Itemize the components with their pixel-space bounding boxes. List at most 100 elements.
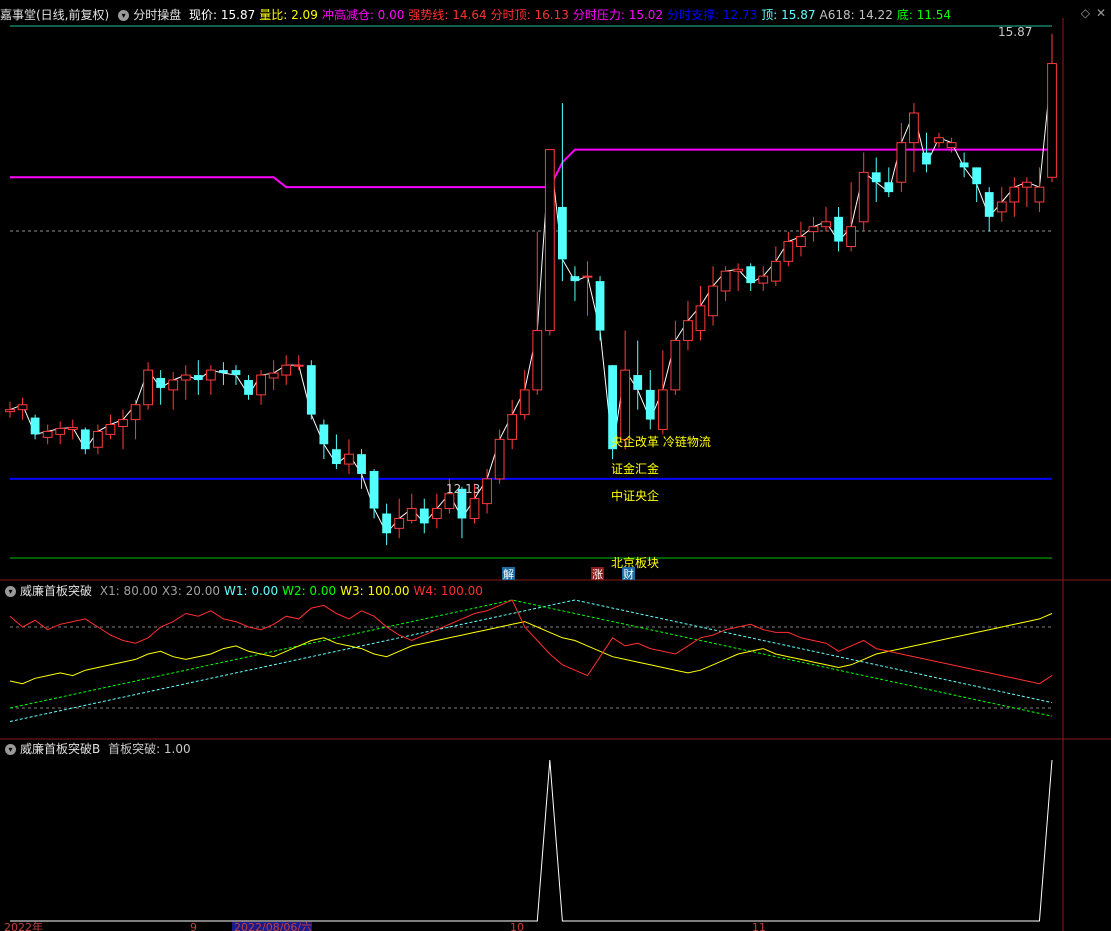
candle (620, 369, 631, 440)
candle (193, 375, 203, 380)
candle (884, 182, 894, 193)
candle (319, 424, 329, 445)
w1-line (9, 599, 1053, 722)
candle (770, 260, 781, 282)
candle (909, 112, 919, 144)
date-label-1: 9 (190, 921, 197, 931)
date-label-2: 2022/08/06/六 (234, 921, 312, 931)
pressure-line (10, 148, 1052, 189)
candle (30, 417, 40, 435)
candle (406, 508, 417, 521)
candle (1034, 186, 1045, 203)
w2-line (9, 599, 1053, 717)
candle (670, 339, 681, 391)
candle (382, 513, 392, 534)
candle (984, 192, 994, 217)
candle (758, 275, 769, 284)
candle (972, 167, 982, 185)
candle (80, 429, 90, 450)
candle (582, 275, 593, 278)
date-label-0: 2022年 (4, 920, 43, 931)
candle (683, 320, 693, 341)
candle (168, 379, 179, 391)
candle (344, 453, 354, 465)
candle (42, 430, 53, 438)
candle (645, 389, 655, 420)
candle (494, 438, 505, 480)
breakout-line (10, 759, 1053, 922)
candle (507, 414, 518, 440)
candle (180, 374, 191, 381)
candle (306, 365, 316, 415)
candle (746, 266, 756, 284)
candle (595, 281, 605, 331)
candle (17, 404, 28, 411)
candle (156, 378, 166, 388)
candle (532, 330, 543, 391)
candle (708, 285, 718, 317)
marker-1: 涨 (592, 568, 603, 581)
candle (695, 305, 706, 332)
concept-label-2: 中证央企 (611, 488, 659, 503)
low-price-label: 12.13 (446, 482, 480, 496)
candle (369, 470, 379, 509)
high-price-label: 15.87 (998, 25, 1032, 39)
candle (244, 380, 253, 395)
candle (922, 152, 931, 165)
candle (357, 454, 366, 474)
candle (657, 389, 668, 430)
candle (846, 226, 857, 248)
candle (544, 149, 555, 332)
candle (519, 389, 530, 416)
candle (332, 449, 341, 465)
candle (55, 427, 66, 435)
candle (482, 478, 492, 505)
candle (871, 172, 881, 183)
candle (431, 508, 442, 519)
concept-label-1: 证金汇金 (611, 461, 659, 476)
close-line (9, 63, 1053, 535)
candle (934, 137, 944, 144)
candle (1021, 181, 1032, 188)
candle (205, 369, 216, 381)
candle (105, 424, 116, 435)
candle (557, 206, 567, 260)
candle (946, 142, 957, 149)
marker-2: 财 (623, 567, 634, 581)
candle (796, 236, 806, 248)
candle (858, 171, 869, 223)
candle (92, 430, 103, 448)
candle (570, 276, 580, 282)
candle (419, 508, 429, 524)
candle (130, 404, 141, 421)
candle (231, 370, 241, 376)
candle (394, 517, 405, 529)
candle (469, 498, 480, 519)
candle (720, 270, 731, 292)
candle (633, 375, 643, 390)
marker-0: 解 (503, 567, 514, 581)
candle (256, 374, 266, 396)
candle (834, 216, 843, 242)
candle (143, 369, 153, 406)
stock-chart[interactable]: 15.87 12.13 央企改革 冷链物流证金汇金中证央企北京板块解 涨 财 2022年 9… (0, 0, 1111, 931)
w4-line (9, 599, 1053, 685)
candle (896, 142, 907, 183)
candle (783, 241, 794, 262)
candle (996, 201, 1007, 213)
candle (281, 364, 292, 376)
candle (5, 409, 15, 413)
candle (1047, 63, 1057, 178)
candle (821, 221, 831, 228)
candle (118, 419, 128, 427)
date-label-3: 10 (510, 921, 524, 931)
candle (268, 372, 279, 379)
candle (959, 162, 969, 168)
candle (293, 364, 304, 367)
candle (67, 426, 78, 430)
candle (733, 268, 744, 272)
date-label-4: 11 (752, 921, 766, 931)
candle (219, 370, 228, 374)
candle (808, 226, 819, 233)
concept-label-0: 央企改革 冷链物流 (611, 434, 711, 449)
